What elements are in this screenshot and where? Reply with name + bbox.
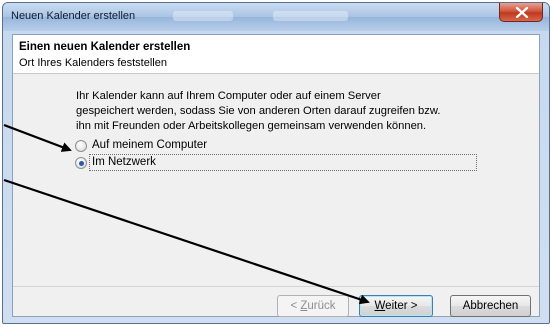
page-subtitle: Ort Ihres Kalenders feststellen [19,57,167,69]
back-rest: urück [307,300,336,312]
back-prefix: < [290,300,301,312]
title-bar[interactable]: Neuen Kalender erstellen [3,3,549,31]
radio-button-selected[interactable] [75,157,87,169]
window-title: Neuen Kalender erstellen [11,10,136,22]
radio-button[interactable] [75,140,87,152]
next-accel: W [374,300,386,312]
titlebar-blur [273,11,348,21]
page-title: Einen neuen Kalender erstellen [19,41,191,53]
radio-option-computer[interactable]: Auf meinem Computer [75,137,275,155]
titlebar-blur [173,11,233,21]
wizard-header: Einen neuen Kalender erstellen Ort Ihres… [13,35,539,74]
wizard-content: Einen neuen Kalender erstellen Ort Ihres… [12,34,540,317]
next-rest: eiter > [385,300,418,312]
back-button[interactable]: < Zurück [277,295,349,317]
close-icon [515,7,529,18]
description-text: Ihr Kalender kann auf Ihrem Computer ode… [76,89,516,134]
close-button[interactable] [499,3,543,22]
description-line: ihn mit Freunden oder Arbeitskollegen ge… [76,120,427,132]
footer-separator [13,286,539,287]
description-line: gespeichert werden, sodass Sie von ander… [76,105,441,117]
description-line: Ihr Kalender kann auf Ihrem Computer ode… [76,90,381,102]
new-calendar-dialog: Neuen Kalender erstellen Einen neuen Kal… [2,2,550,324]
radio-label: Im Netzwerk [92,156,156,168]
cancel-button[interactable]: Abbrechen [450,295,531,317]
next-button[interactable]: Weiter > [359,295,433,317]
radio-label: Auf meinem Computer [92,139,208,151]
radio-option-network[interactable]: Im Netzwerk [75,154,485,172]
